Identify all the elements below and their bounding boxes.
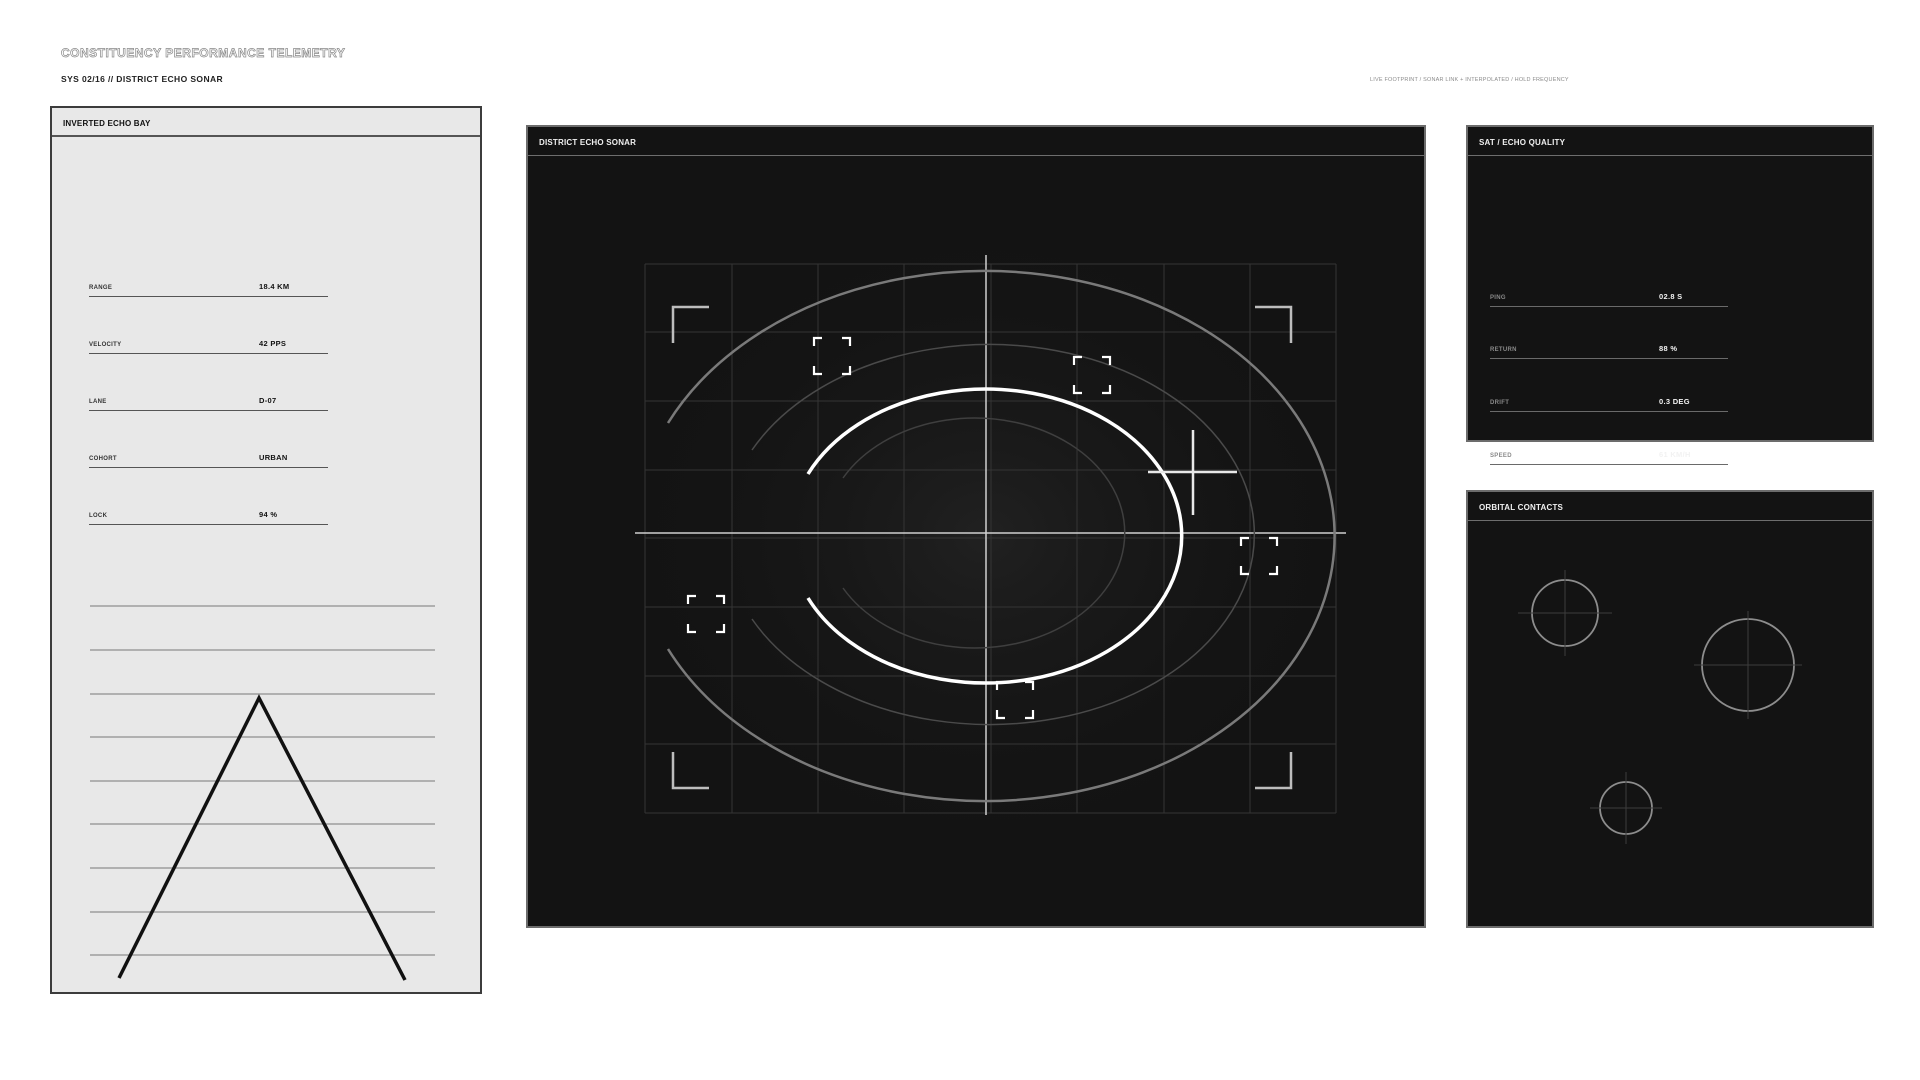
echo-bay-row-lane: LANE D-07 <box>89 390 328 411</box>
row-label: DRIFT <box>1490 400 1510 406</box>
quality-row-ping: PING 02.8 S <box>1490 286 1728 307</box>
quality-row-drift: DRIFT 0.3 DEG <box>1490 391 1728 412</box>
sonar-display <box>605 206 1365 866</box>
sonar-panel: DISTRICT ECHO SONAR <box>526 125 1426 928</box>
echo-bay-row-cohort: COHORT URBAN <box>89 447 328 468</box>
echo-bay-row-velocity: VELOCITY 42 PPS <box>89 333 328 354</box>
status-note: LIVE FOOTPRINT / SONAR LINK + INTERPOLAT… <box>1370 77 1569 83</box>
row-value: 42 PPS <box>259 339 287 348</box>
row-label: RETURN <box>1490 347 1517 353</box>
row-label: SPEED <box>1490 453 1512 459</box>
quality-panel: SAT / ECHO QUALITY PING 02.8 S RETURN 88… <box>1466 125 1874 465</box>
row-label: COHORT <box>89 456 117 462</box>
page-title: CONSTITUENCY PERFORMANCE TELEMETRY <box>61 46 346 61</box>
sonar-title: DISTRICT ECHO SONAR <box>528 127 1424 156</box>
quality-title: SAT / ECHO QUALITY <box>1468 127 1872 156</box>
orbital-contacts-map <box>1518 570 1802 844</box>
row-value: 0.3 DEG <box>1659 397 1690 406</box>
row-value: 18.4 KM <box>259 282 290 291</box>
quality-row-speed: SPEED 61 KM/H <box>1490 444 1728 465</box>
row-value: D-07 <box>259 396 277 405</box>
echo-bay-title: INVERTED ECHO BAY <box>52 108 480 137</box>
echo-peak-line <box>117 694 407 981</box>
row-label: LOCK <box>89 513 108 519</box>
echo-bay-row-range: RANGE 18.4 KM <box>89 276 328 297</box>
row-value: 61 KM/H <box>1659 450 1691 459</box>
row-label: LANE <box>89 399 107 405</box>
echo-bay-gridlines <box>90 605 435 956</box>
echo-bay-graph <box>90 605 435 981</box>
row-value: URBAN <box>259 453 288 462</box>
row-label: VELOCITY <box>89 342 122 348</box>
echo-bay-row-lock: LOCK 94 % <box>89 504 328 525</box>
row-value: 88 % <box>1659 344 1678 353</box>
row-value: 02.8 S <box>1659 292 1683 301</box>
page-subtitle: SYS 02/16 // DISTRICT ECHO SONAR <box>61 74 224 84</box>
echo-bay-panel: INVERTED ECHO BAY RANGE 18.4 KM VELOCITY… <box>50 106 482 994</box>
orbital-title: ORBITAL CONTACTS <box>1468 492 1872 521</box>
row-value: 94 % <box>259 510 278 519</box>
row-label: RANGE <box>89 285 113 291</box>
row-label: PING <box>1490 295 1506 301</box>
quality-row-return: RETURN 88 % <box>1490 338 1728 359</box>
orbital-panel: ORBITAL CONTACTS <box>1466 490 1874 928</box>
